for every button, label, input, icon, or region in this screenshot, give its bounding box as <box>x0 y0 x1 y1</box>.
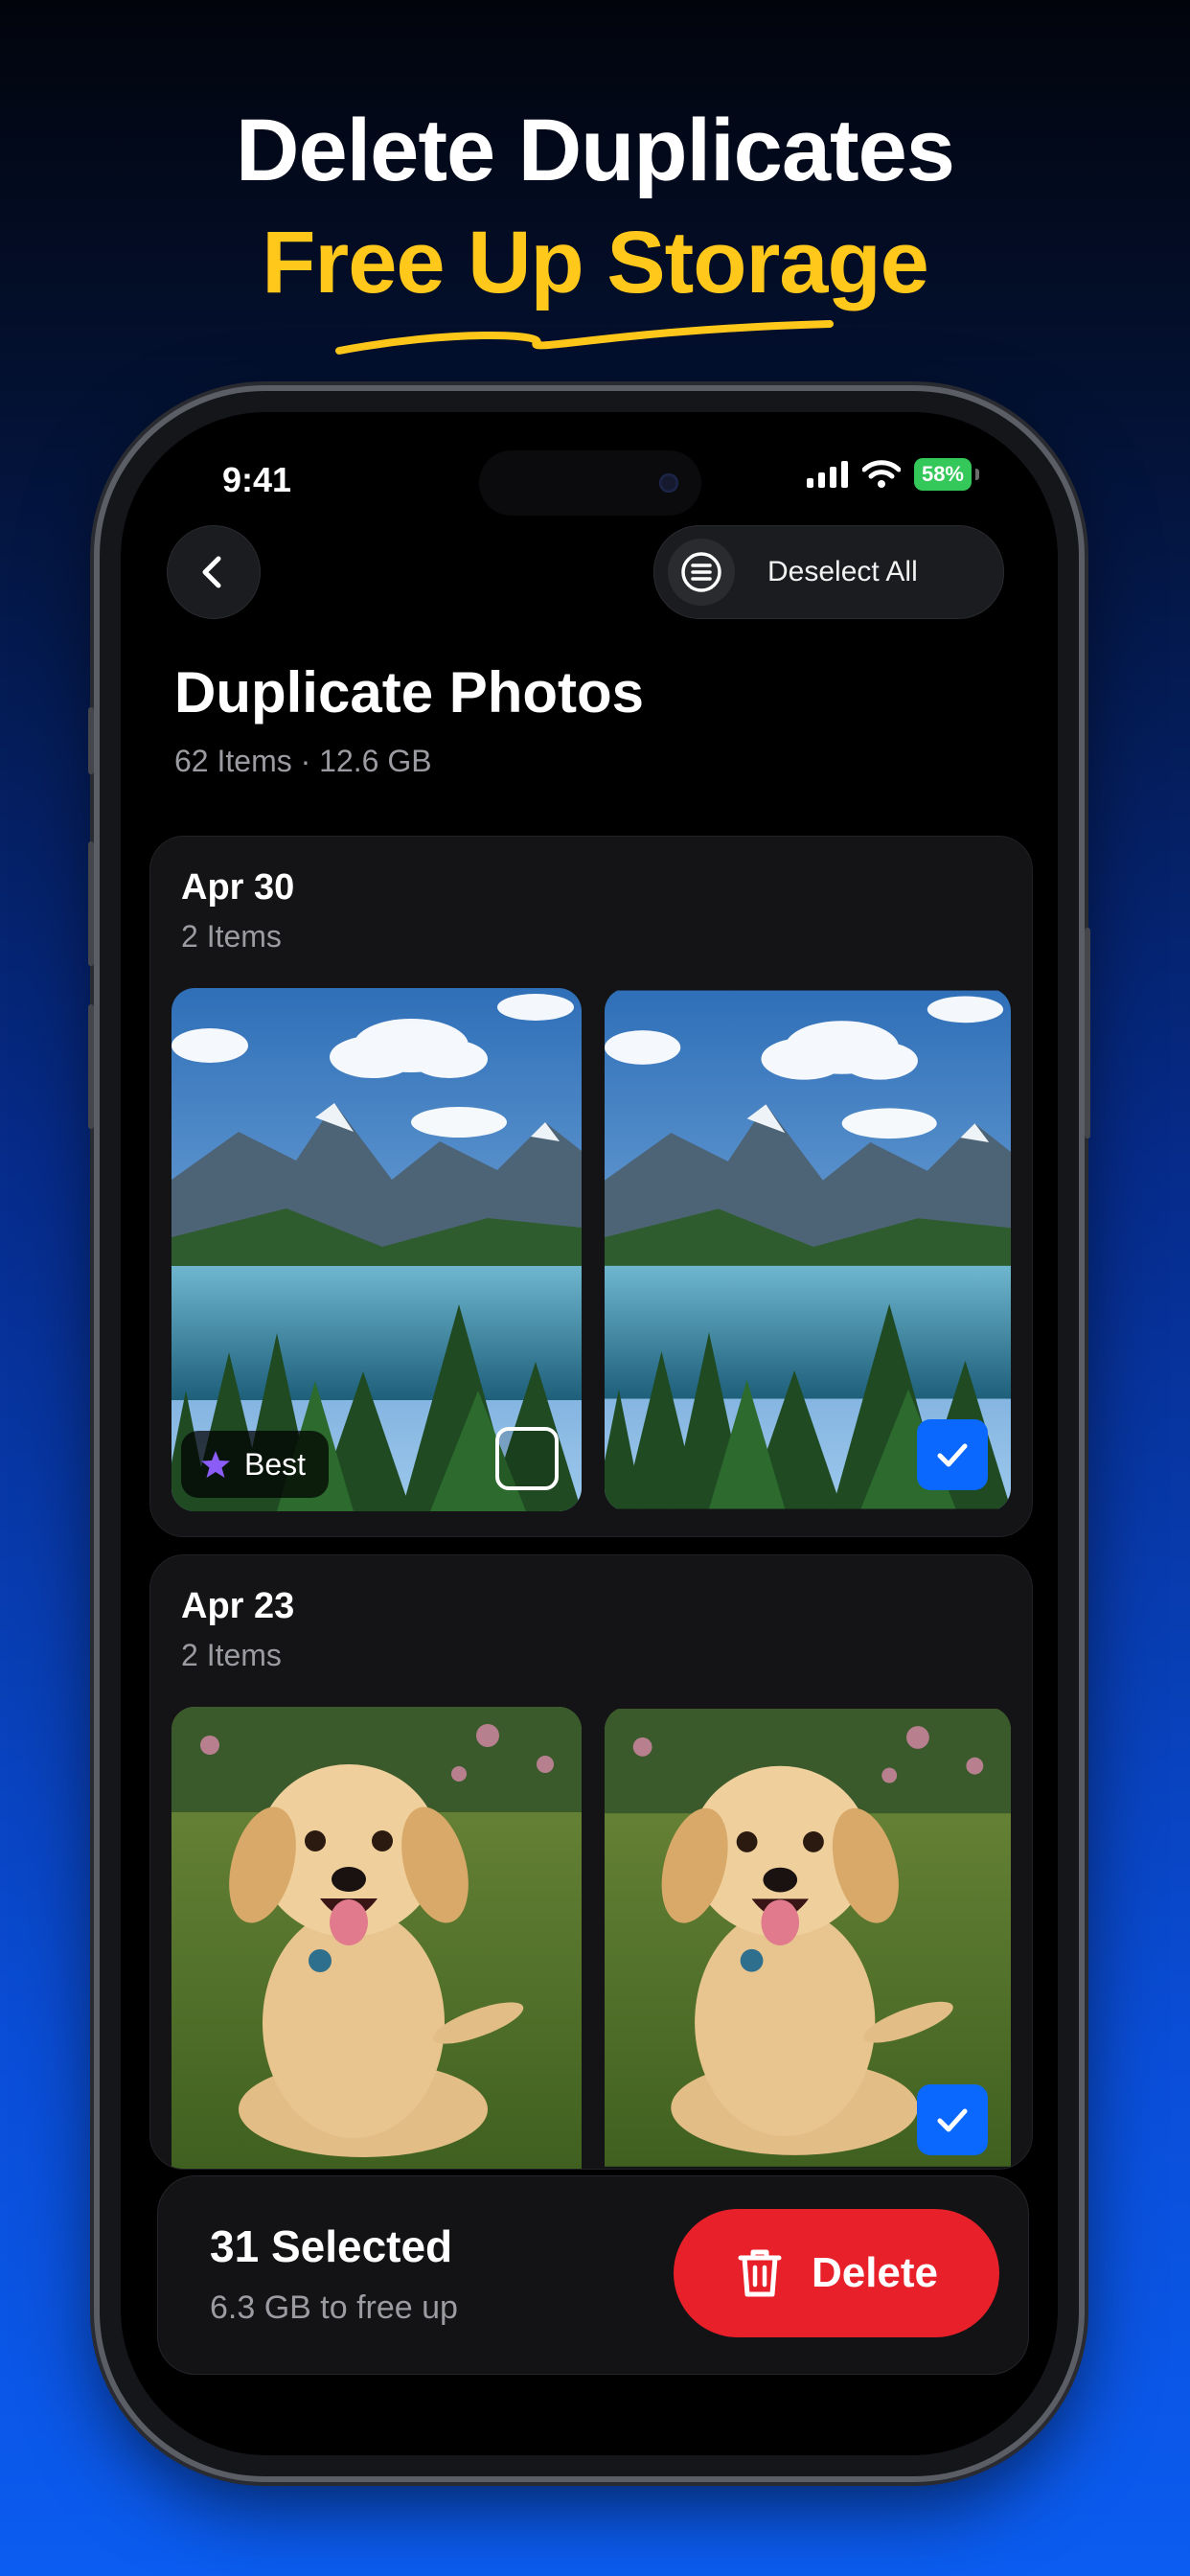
chevron-left-icon <box>202 556 221 588</box>
duplicate-group-card: Apr 23 2 Items <box>149 1554 1033 2170</box>
signal-icon <box>806 461 848 488</box>
promo-headline: Delete Duplicates <box>236 102 955 199</box>
best-badge-label: Best <box>244 1446 307 1482</box>
delete-button[interactable]: Delete <box>674 2209 999 2337</box>
select-checkbox-checked[interactable] <box>917 1419 988 1490</box>
wifi-icon <box>861 460 901 488</box>
photo-thumbnail[interactable] <box>172 1707 582 2169</box>
group-count: 2 Items <box>181 1638 282 1672</box>
group-date: Apr 23 <box>181 1586 295 1626</box>
selection-bar: 31 Selected 6.3 GB to free up Delete <box>157 2175 1029 2375</box>
star-icon <box>201 1451 230 1478</box>
page-title: Duplicate Photos <box>174 660 645 724</box>
promo-subheadline: Free Up Storage <box>262 214 929 311</box>
puppy-image <box>172 1707 582 2169</box>
list-icon <box>668 539 735 606</box>
checkmark-icon <box>937 2108 968 2132</box>
back-button[interactable] <box>167 525 261 619</box>
select-checkbox[interactable] <box>495 1427 559 1490</box>
selected-size: 6.3 GB to free up <box>210 2289 458 2326</box>
status-time: 9:41 <box>222 460 292 499</box>
best-badge: Best <box>181 1431 330 1498</box>
checkmark-icon <box>937 1443 968 1467</box>
group-count: 2 Items <box>181 919 282 954</box>
photo-thumbnail[interactable] <box>605 988 1011 1511</box>
phone-frame: 9:41 58% Deselect All Duplicate Photos 6… <box>88 391 1090 2476</box>
photo-thumbnail[interactable] <box>605 1707 1011 2169</box>
duplicate-group-card: Apr 30 2 Items Best <box>149 836 1033 1537</box>
delete-label: Delete <box>811 2249 939 2296</box>
trash-icon <box>738 2249 782 2297</box>
page-subtitle: 62 Items · 12.6 GB <box>174 744 432 778</box>
underline-squiggle <box>335 320 834 355</box>
group-date: Apr 30 <box>181 867 295 908</box>
select-checkbox-checked[interactable] <box>917 2084 988 2155</box>
deselect-all-button[interactable]: Deselect All <box>653 525 1004 619</box>
photo-thumbnail[interactable]: Best <box>172 988 582 1511</box>
deselect-all-label: Deselect All <box>767 556 918 587</box>
status-icons: 58% <box>806 458 980 491</box>
selected-count: 31 Selected <box>210 2221 453 2271</box>
app-screen: 9:41 58% Deselect All Duplicate Photos 6… <box>121 412 1058 2455</box>
dynamic-island <box>479 450 701 516</box>
battery-icon: 58% <box>913 458 980 491</box>
